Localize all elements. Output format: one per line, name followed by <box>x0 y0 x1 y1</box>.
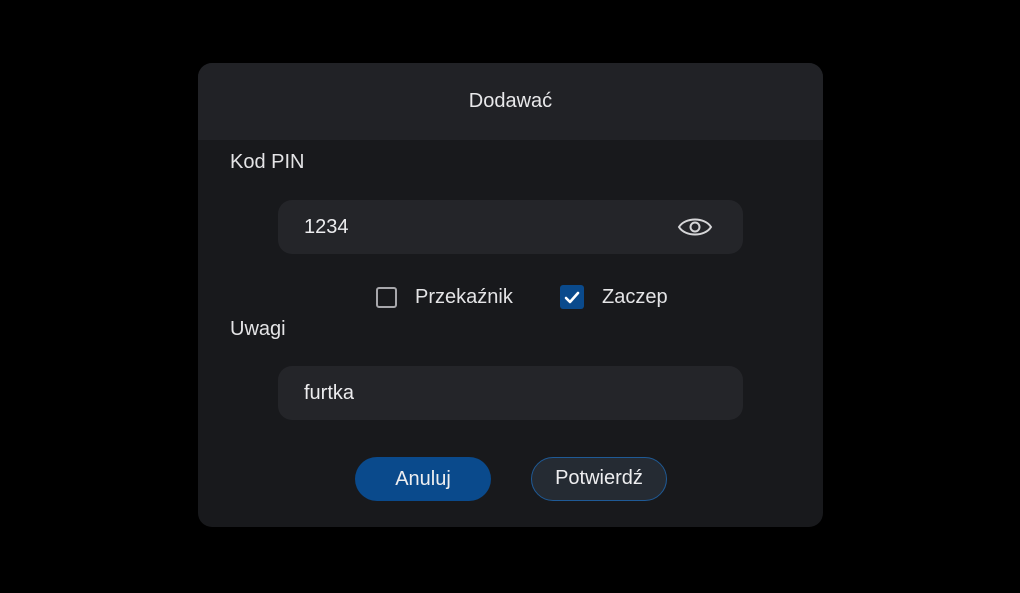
notes-label: Uwagi <box>230 318 286 340</box>
relay-checkbox-box[interactable] <box>376 286 397 308</box>
checkmark-icon <box>564 291 580 303</box>
latch-checkbox[interactable]: Zaczep <box>560 284 668 310</box>
add-pin-dialog: Dodawać Kod PIN 1234 Przekaźnik Zaczep U… <box>198 63 823 527</box>
cancel-button[interactable]: Anuluj <box>355 457 491 501</box>
dialog-title: Dodawać <box>468 90 553 112</box>
latch-checkbox-label: Zaczep <box>602 286 668 308</box>
confirm-button[interactable]: Potwierdź <box>531 457 667 501</box>
dialog-header: Dodawać <box>198 63 823 140</box>
pin-code-value: 1234 <box>304 216 349 238</box>
relay-checkbox[interactable]: Przekaźnik <box>376 284 513 310</box>
latch-checkbox-box[interactable] <box>560 285 584 309</box>
notes-field[interactable]: furtka <box>278 366 743 420</box>
pin-code-label: Kod PIN <box>230 151 305 173</box>
pin-code-field[interactable]: 1234 <box>278 200 743 254</box>
relay-checkbox-label: Przekaźnik <box>415 286 513 308</box>
eye-icon[interactable] <box>677 214 713 240</box>
notes-value: furtka <box>304 382 355 404</box>
